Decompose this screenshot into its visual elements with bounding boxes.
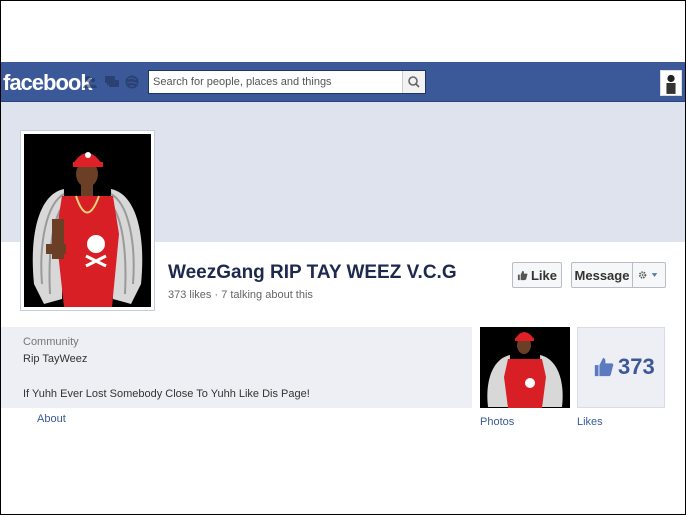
friend-requests-icon[interactable] (83, 75, 97, 89)
search-box (148, 70, 426, 94)
thumbs-up-icon (517, 270, 528, 280)
page-category: Community (23, 336, 79, 348)
message-button-label: Message (574, 267, 630, 283)
likes-link[interactable]: Likes (577, 416, 603, 428)
likes-tile[interactable]: 373 (577, 327, 665, 408)
profile-picture (24, 134, 151, 307)
page-description: If Yuhh Ever Lost Somebody Close To Yuhh… (23, 388, 310, 400)
top-bar: facebook (1, 62, 685, 102)
messages-icon[interactable] (105, 75, 119, 89)
photos-tile[interactable] (480, 327, 570, 408)
about-panel: Community Rip TayWeez If Yuhh Ever Lost … (1, 327, 472, 408)
settings-dropdown-button[interactable] (632, 262, 666, 288)
facebook-logo[interactable]: facebook (3, 70, 93, 96)
search-button[interactable] (402, 71, 425, 93)
page-short-name: Rip TayWeez (23, 353, 88, 365)
search-icon (408, 76, 420, 88)
angel-wings-portrait (24, 134, 151, 307)
user-avatar[interactable] (660, 70, 682, 96)
like-button-label: Like (530, 267, 557, 283)
gear-icon (638, 271, 658, 279)
like-button[interactable]: Like (512, 262, 562, 288)
search-input[interactable] (149, 71, 404, 93)
page-stats: 373 likes · 7 talking about this (168, 289, 313, 301)
thumbs-up-icon (594, 357, 614, 377)
profile-picture-frame[interactable] (20, 130, 155, 311)
photos-link[interactable]: Photos (480, 416, 514, 428)
likes-count: 373 (618, 354, 655, 379)
avatar-image (661, 71, 681, 95)
notifications-icon[interactable] (125, 75, 139, 89)
message-button[interactable]: Message (571, 262, 633, 288)
photos-thumbnail (480, 327, 570, 408)
about-link[interactable]: About (37, 413, 66, 425)
page-title: WeezGang RIP TAY WEEZ V.C.G (168, 262, 457, 283)
